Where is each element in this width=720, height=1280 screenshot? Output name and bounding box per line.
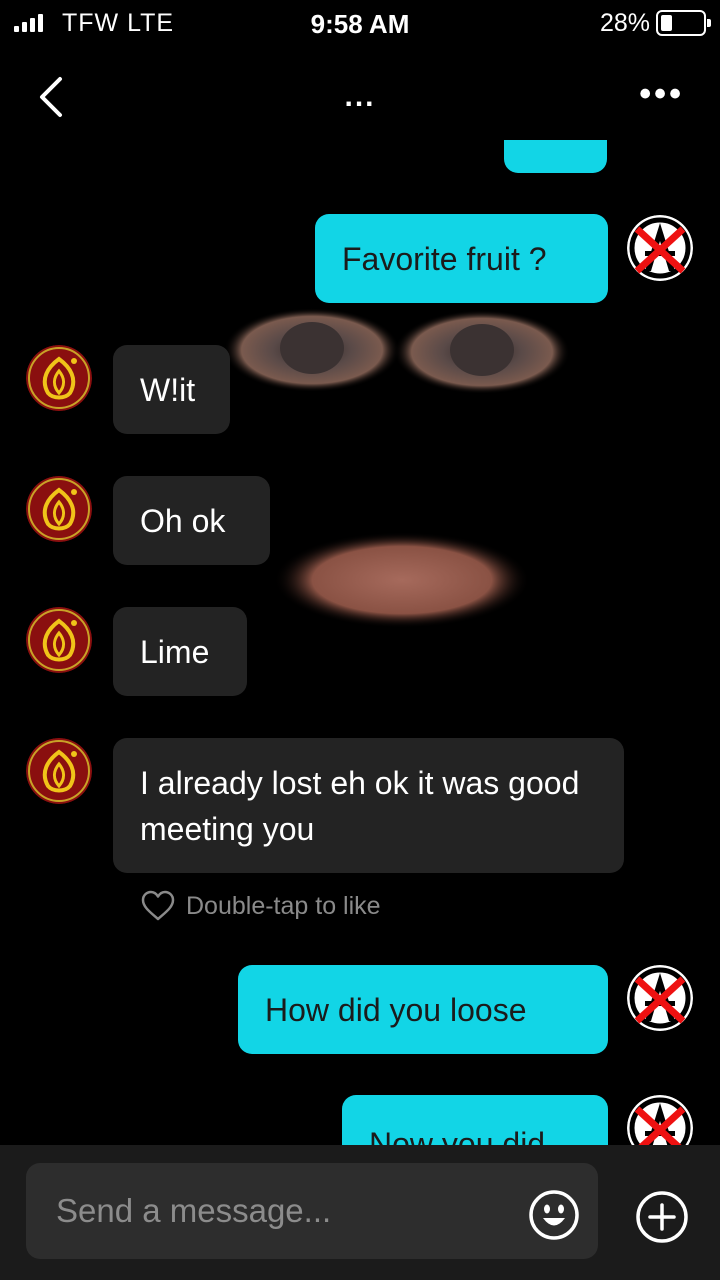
contact-avatar[interactable] [26, 345, 92, 411]
message-bubble-incoming[interactable]: Lime [113, 607, 247, 696]
message-input[interactable] [56, 1163, 526, 1259]
message-list[interactable]: Favorite fruit ? W!it Oh ok Lime I alrea… [0, 140, 720, 1145]
message-bubble-incoming[interactable]: W!it [113, 345, 230, 434]
conversation-title[interactable]: ... [0, 80, 720, 114]
contact-avatar[interactable] [26, 607, 92, 673]
message-input-container[interactable] [26, 1163, 598, 1259]
contact-avatar[interactable] [26, 476, 92, 542]
like-hint[interactable]: Double-tap to like [140, 890, 381, 922]
emoji-button[interactable] [528, 1189, 580, 1241]
add-attachment-button[interactable] [634, 1189, 690, 1245]
flame-logo-avatar-icon [26, 476, 92, 542]
flame-logo-avatar-icon [26, 607, 92, 673]
battery-icon [656, 10, 711, 36]
battery-percentage: 28% [599, 9, 650, 37]
message-bubble-incoming[interactable]: Oh ok [113, 476, 270, 565]
heart-outline-icon [141, 890, 175, 921]
my-avatar[interactable] [627, 1095, 693, 1145]
message-bubble-incoming[interactable]: I already lost eh ok it was good meeting… [113, 738, 624, 873]
plus-circle-icon [636, 1191, 688, 1243]
message-bubble-outgoing[interactable]: Now you did [342, 1095, 608, 1145]
message-bubble-partial[interactable] [504, 140, 607, 173]
face-overlay-image [224, 308, 570, 628]
anarchy-avatar-icon [627, 215, 693, 281]
message-bubble-outgoing[interactable]: How did you loose [238, 965, 608, 1054]
flame-logo-avatar-icon [26, 738, 92, 804]
message-composer [0, 1145, 720, 1280]
status-bar: TFW LTE 9:58 AM 28% [0, 0, 720, 48]
message-bubble-outgoing[interactable]: Favorite fruit ? [315, 214, 608, 303]
my-avatar[interactable] [627, 965, 693, 1031]
anarchy-avatar-icon [627, 965, 693, 1031]
smiley-icon [529, 1190, 579, 1240]
anarchy-avatar-icon [627, 1095, 693, 1145]
my-avatar[interactable] [627, 215, 693, 281]
contact-avatar[interactable] [26, 738, 92, 804]
chat-header: ... ••• [0, 60, 720, 130]
like-hint-label: Double-tap to like [186, 891, 381, 920]
flame-logo-avatar-icon [26, 345, 92, 411]
more-options-button[interactable]: ••• [639, 77, 684, 111]
